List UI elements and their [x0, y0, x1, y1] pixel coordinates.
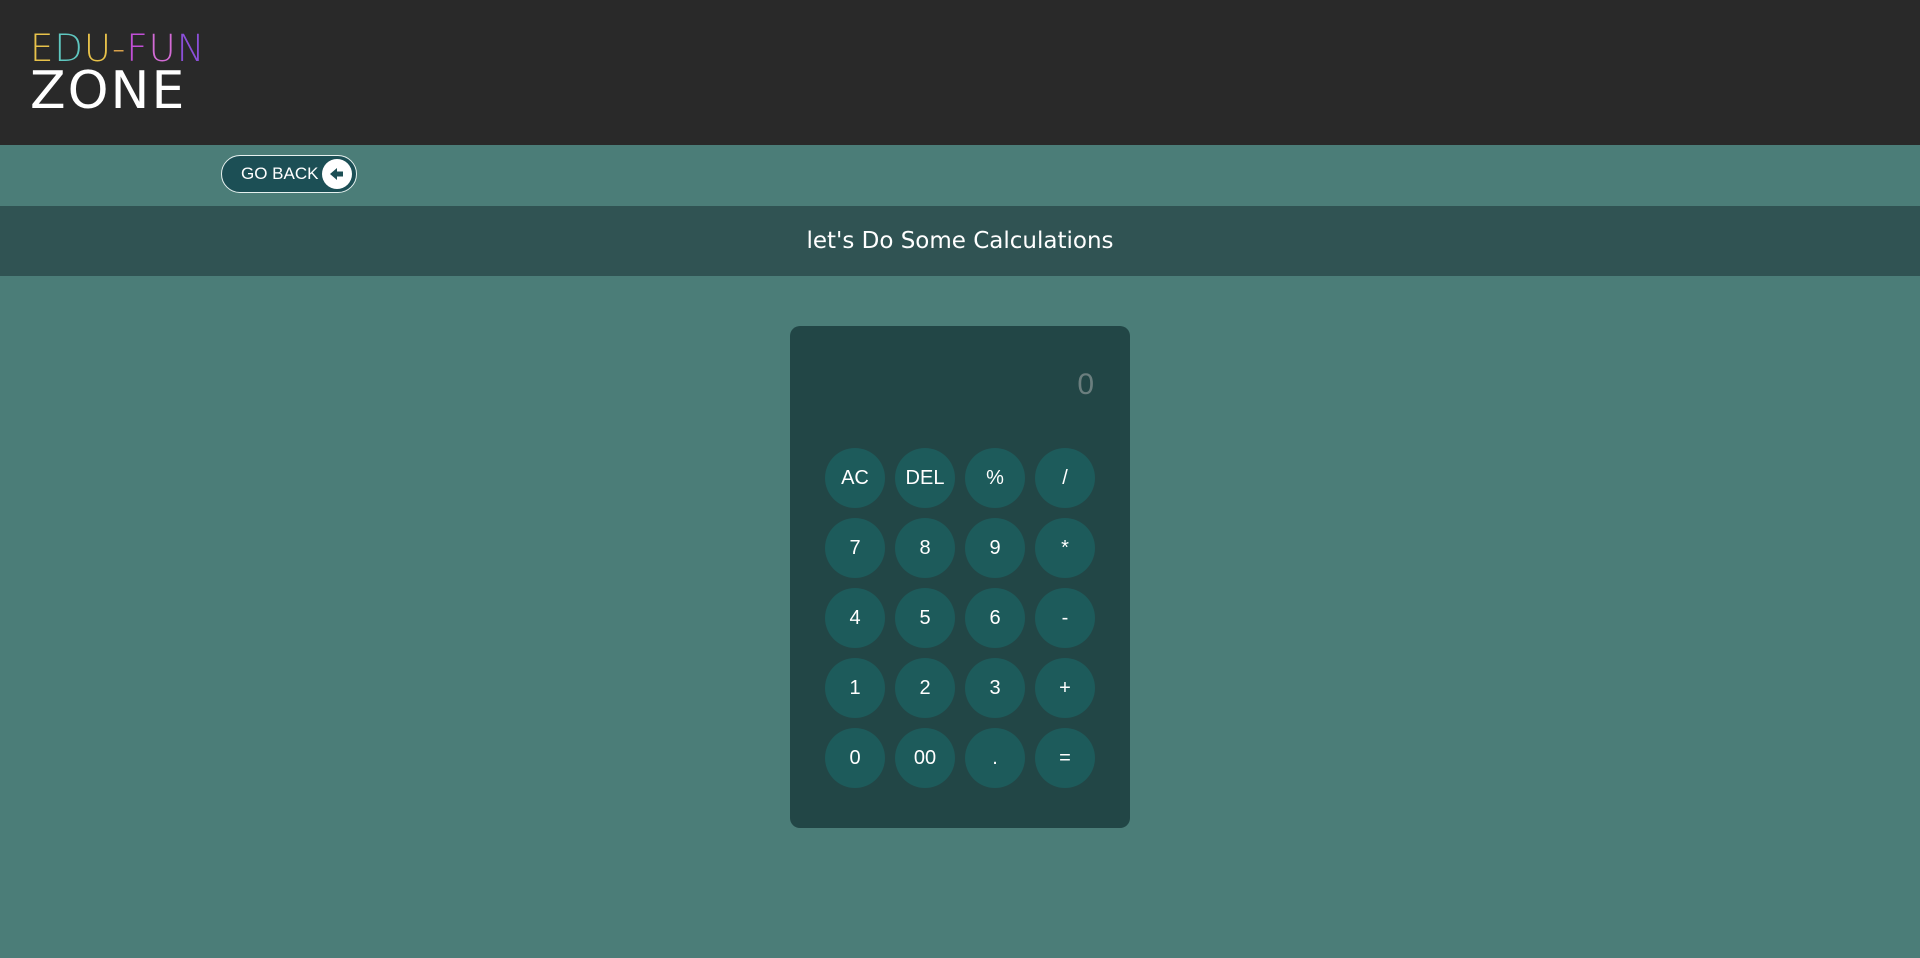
key-del-button[interactable]: DEL: [895, 448, 955, 508]
key-6-button[interactable]: 6: [965, 588, 1025, 648]
key-add-button[interactable]: +: [1035, 658, 1095, 718]
key-0-button[interactable]: 0: [825, 728, 885, 788]
calculator: 0 AC DEL % / 7 8 9 * 4 5 6 - 1 2 3 + 0 0…: [790, 326, 1130, 828]
key-5-button[interactable]: 5: [895, 588, 955, 648]
key-9-button[interactable]: 9: [965, 518, 1025, 578]
key-percent-button[interactable]: %: [965, 448, 1025, 508]
key-subtract-button[interactable]: -: [1035, 588, 1095, 648]
key-1-button[interactable]: 1: [825, 658, 885, 718]
key-8-button[interactable]: 8: [895, 518, 955, 578]
go-back-label: GO BACK: [241, 164, 319, 183]
key-multiply-button[interactable]: *: [1035, 518, 1095, 578]
key-divide-button[interactable]: /: [1035, 448, 1095, 508]
edu-fun-zone-logo[interactable]: E D U - F U N ZONE: [30, 30, 205, 117]
go-back-button[interactable]: GO BACK: [221, 155, 357, 193]
key-decimal-button[interactable]: .: [965, 728, 1025, 788]
back-navigation-bar: GO BACK: [0, 145, 1920, 206]
key-3-button[interactable]: 3: [965, 658, 1025, 718]
calculator-keypad: AC DEL % / 7 8 9 * 4 5 6 - 1 2 3 + 0 00 …: [825, 448, 1095, 788]
logo-bottom-text: ZONE: [30, 61, 187, 121]
key-4-button[interactable]: 4: [825, 588, 885, 648]
key-2-button[interactable]: 2: [895, 658, 955, 718]
calculator-display: 0: [1077, 368, 1094, 401]
site-header: E D U - F U N ZONE: [0, 0, 1920, 145]
page-title: let's Do Some Calculations: [806, 228, 1114, 254]
key-equals-button[interactable]: =: [1035, 728, 1095, 788]
arrow-left-circle-icon: [322, 159, 352, 189]
key-7-button[interactable]: 7: [825, 518, 885, 578]
key-00-button[interactable]: 00: [895, 728, 955, 788]
title-bar: let's Do Some Calculations: [0, 206, 1920, 276]
key-ac-button[interactable]: AC: [825, 448, 885, 508]
